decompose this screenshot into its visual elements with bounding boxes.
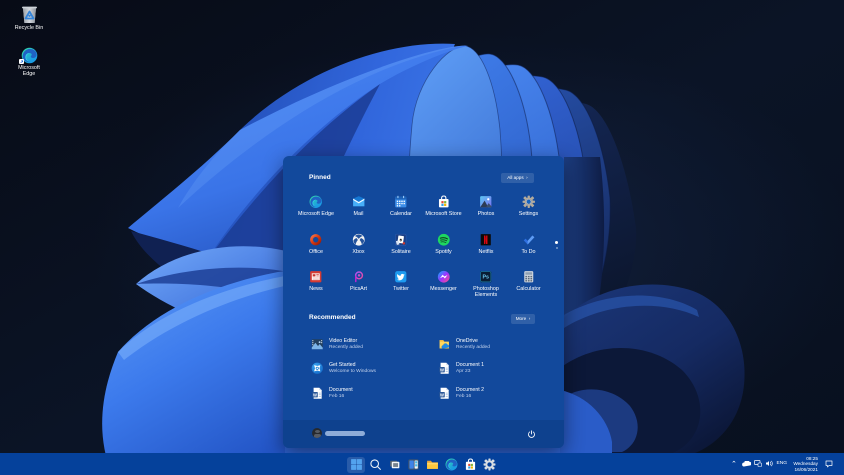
svg-text:W: W — [313, 392, 317, 397]
svg-text:W: W — [440, 392, 444, 397]
svg-text:W: W — [440, 367, 444, 372]
svg-text:Ps: Ps — [483, 275, 490, 281]
